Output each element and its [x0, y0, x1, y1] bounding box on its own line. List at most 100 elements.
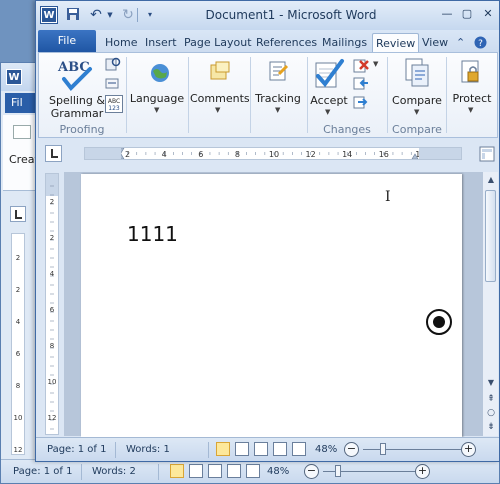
tab-insert[interactable]: Insert — [145, 33, 177, 52]
compare-button[interactable]: Compare — [389, 94, 445, 107]
background-page-count[interactable]: Page: 1 of 1 — [13, 466, 72, 477]
zoom-track[interactable] — [363, 449, 461, 450]
ruler-number: 8 — [16, 382, 20, 390]
protect-dropdown-icon[interactable]: ▼ — [468, 106, 473, 114]
tab-file[interactable]: File — [38, 30, 96, 52]
minimize-icon[interactable]: — — [440, 7, 454, 21]
background-status-bar: Page: 1 of 1 Words: 2 48% − + — [1, 459, 499, 483]
outline-icon[interactable] — [227, 464, 241, 478]
vertical-ruler[interactable]: 2 2 4 6 8 10 12 — [45, 173, 59, 435]
tracking-icon[interactable] — [266, 59, 290, 83]
tab-page-layout[interactable]: Page Layout — [184, 33, 252, 52]
undo-dropdown-icon[interactable]: ▼ — [102, 7, 118, 23]
spelling-grammar-button[interactable]: Spelling & Grammar — [45, 94, 109, 120]
help-icon[interactable]: ? — [474, 36, 487, 52]
protect-button[interactable]: Protect — [447, 92, 497, 105]
accept-button[interactable]: Accept — [309, 94, 349, 107]
tab-home[interactable]: Home — [105, 33, 137, 52]
reject-icon[interactable] — [353, 57, 371, 73]
horizontal-ruler-row: 224681012141618 — [36, 139, 499, 171]
document-page[interactable]: 1111 I — [81, 174, 462, 438]
tab-mailings[interactable]: Mailings — [322, 33, 367, 52]
background-zoom-level[interactable]: 48% — [267, 466, 289, 477]
outline-icon[interactable] — [273, 442, 287, 456]
ruler-number: 2 — [16, 286, 20, 294]
word-count[interactable]: Words: 1 — [126, 444, 170, 455]
browse-object-icon[interactable]: ○ — [484, 406, 498, 420]
zoom-out-icon[interactable]: − — [344, 442, 359, 457]
title-bar[interactable]: W ↶ ▼ ↻ ▾ Document1 - Microsoft Word — ▢… — [36, 1, 499, 30]
print-layout-icon[interactable] — [216, 442, 230, 456]
thesaurus-icon[interactable] — [105, 76, 121, 90]
horizontal-ruler[interactable]: 224681012141618 — [84, 147, 462, 160]
background-tab-selector[interactable] — [10, 206, 26, 222]
previous-page-icon[interactable]: ⇞ — [484, 392, 498, 406]
reject-dropdown-icon[interactable]: ▼ — [373, 60, 378, 68]
draft-icon[interactable] — [246, 464, 260, 478]
ruler-number: 8 — [50, 342, 54, 350]
ruler-number: 10 — [14, 414, 23, 422]
zoom-in-icon[interactable]: + — [461, 442, 476, 457]
draft-icon[interactable] — [292, 442, 306, 456]
background-zoom-slider[interactable] — [335, 465, 341, 477]
tracking-group: Tracking ▼ — [251, 53, 305, 137]
full-screen-reading-icon[interactable] — [189, 464, 203, 478]
tab-view[interactable]: View — [422, 33, 448, 52]
research-icon[interactable] — [105, 57, 121, 71]
next-change-icon[interactable] — [353, 95, 369, 109]
status-bar: Page: 1 of 1 Words: 1 48% − + — [36, 437, 499, 461]
compare-group: Compare ▼ Compare — [389, 53, 445, 137]
accept-dropdown-icon[interactable]: ▼ — [325, 108, 330, 116]
word-count-icon[interactable]: ABC 123 — [105, 95, 123, 113]
tracking-button[interactable]: Tracking — [251, 92, 305, 105]
ruler-number: 6 — [198, 150, 203, 159]
spelling-grammar-icon[interactable]: ABC — [56, 57, 96, 93]
accept-icon[interactable] — [313, 57, 345, 91]
tab-selector-icon[interactable] — [45, 145, 62, 162]
background-vertical-ruler-marks: 2 2 4 6 8 10 12 — [14, 254, 23, 454]
background-word-count[interactable]: Words: 2 — [92, 466, 136, 477]
maximize-icon[interactable]: ▢ — [460, 7, 474, 21]
zoom-slider[interactable] — [380, 443, 386, 455]
comments-dropdown-icon[interactable]: ▼ — [215, 106, 220, 114]
tracking-dropdown-icon[interactable]: ▼ — [275, 106, 280, 114]
language-dropdown-icon[interactable]: ▼ — [154, 106, 159, 114]
scroll-down-icon[interactable]: ▼ — [484, 376, 498, 390]
tab-review[interactable]: Review — [372, 33, 420, 52]
page-count[interactable]: Page: 1 of 1 — [47, 444, 106, 455]
scroll-thumb[interactable] — [485, 190, 496, 282]
web-layout-icon[interactable] — [208, 464, 222, 478]
compare-icon[interactable] — [403, 57, 431, 89]
close-icon[interactable]: ✕ — [481, 7, 495, 21]
previous-change-icon[interactable] — [353, 76, 369, 90]
word-window[interactable]: W ↶ ▼ ↻ ▾ Document1 - Microsoft Word — ▢… — [35, 0, 500, 462]
minimize-ribbon-icon[interactable]: ⌃ — [456, 36, 465, 49]
language-icon[interactable] — [148, 61, 172, 85]
word-app-icon[interactable]: W — [41, 7, 57, 23]
full-screen-reading-icon[interactable] — [235, 442, 249, 456]
comments-button[interactable]: Comments — [190, 92, 250, 105]
next-page-icon[interactable]: ⇟ — [484, 420, 498, 434]
redo-icon[interactable]: ↻ — [120, 7, 136, 23]
view-ruler-icon[interactable] — [479, 146, 495, 162]
document-text[interactable]: 1111 — [127, 222, 178, 246]
tab-references[interactable]: References — [256, 33, 317, 52]
protect-icon[interactable] — [459, 59, 483, 85]
vertical-scrollbar[interactable]: ▲ ▼ ⇞ ○ ⇟ — [482, 172, 498, 436]
print-layout-icon[interactable] — [170, 464, 184, 478]
ruler-number: 2 — [50, 234, 54, 242]
ruler-number: 2 — [50, 198, 54, 206]
zoom-level[interactable]: 48% — [315, 444, 337, 455]
comments-icon[interactable] — [208, 59, 232, 83]
drag-handle-icon[interactable] — [426, 309, 452, 335]
document-area[interactable]: 1111 I — [64, 172, 483, 438]
web-layout-icon[interactable] — [254, 442, 268, 456]
scroll-up-icon[interactable]: ▲ — [484, 173, 498, 187]
window-title: Document1 - Microsoft Word — [205, 8, 377, 22]
compare-dropdown-icon[interactable]: ▼ — [414, 108, 419, 116]
language-button[interactable]: Language — [128, 92, 186, 105]
zoom-out-icon[interactable]: − — [304, 464, 319, 479]
customize-qat-icon[interactable]: ▾ — [142, 7, 158, 23]
zoom-in-icon[interactable]: + — [415, 464, 430, 479]
save-icon[interactable] — [65, 7, 81, 23]
